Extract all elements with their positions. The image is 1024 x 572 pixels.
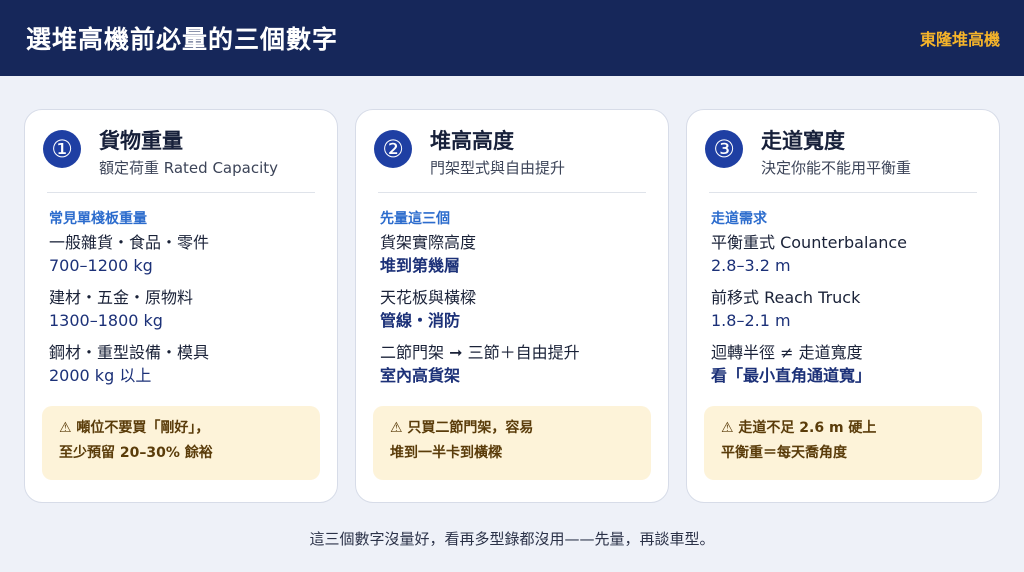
item-value: 管線・消防: [380, 311, 461, 330]
warning-box: ⚠ 噸位不要買「剛好」， 至少預留 20–30% 餘裕: [42, 406, 320, 480]
card-subtitle: 額定荷重 Rated Capacity: [99, 159, 279, 177]
item-label: 平衡重式 Counterbalance: [711, 233, 908, 252]
warning-text: 至少預留 20–30% 餘裕: [59, 445, 213, 461]
header-bar: 選堆高機前必量的三個數字 東隆堆高機: [0, 0, 1024, 76]
list-item: 天花板與橫樑 管線・消防: [380, 287, 650, 333]
warning-text: ⚠ 噸位不要買「剛好」，: [59, 420, 210, 436]
number-three-badge: ③: [705, 130, 743, 168]
section-label: 走道需求: [711, 211, 767, 227]
warning-text: 堆到一半卡到橫樑: [390, 445, 502, 461]
divider: [47, 192, 315, 193]
card-stacking-height: ② 堆高高度 門架型式與自由提升 先量這三個 貨架實際高度 堆到第幾層 天花板與…: [355, 109, 669, 503]
section-label: 先量這三個: [380, 211, 450, 227]
card-title: 走道寬度: [761, 129, 845, 153]
warning-text: ⚠ 只買二節門架，容易: [390, 420, 534, 436]
list-item: 一般雜貨・食品・零件 700–1200 kg: [49, 232, 319, 278]
brand-name: 東隆堆高機: [919, 30, 1000, 49]
item-value: 2000 kg 以上: [49, 366, 152, 385]
item-value: 700–1200 kg: [49, 256, 153, 275]
card-subtitle: 門架型式與自由提升: [430, 159, 566, 177]
item-label: 鋼材・重型設備・模具: [49, 343, 210, 362]
divider: [709, 192, 977, 193]
warning-text: 平衡重＝每天喬角度: [721, 445, 847, 461]
number-one-badge: ①: [43, 130, 81, 168]
warning-box: ⚠ 走道不足 2.6 m 硬上 平衡重＝每天喬角度: [704, 406, 982, 480]
item-label: 前移式 Reach Truck: [711, 288, 861, 307]
item-label: 二節門架 ➞ 三節＋自由提升: [380, 343, 580, 362]
item-value: 看「最小直角通道寬」: [711, 366, 872, 385]
card-subtitle: 決定你能不能用平衡重: [761, 159, 912, 177]
list-item: 前移式 Reach Truck 1.8–2.1 m: [711, 287, 981, 333]
list-item: 迴轉半徑 ≠ 走道寬度 看「最小直角通道寬」: [711, 342, 981, 388]
list-item: 二節門架 ➞ 三節＋自由提升 室內高貨架: [380, 342, 650, 388]
section-label: 常見單棧板重量: [49, 211, 147, 227]
list-item: 貨架實際高度 堆到第幾層: [380, 232, 650, 278]
card-title: 貨物重量: [99, 129, 183, 153]
divider: [378, 192, 646, 193]
list-item: 鋼材・重型設備・模具 2000 kg 以上: [49, 342, 319, 388]
card-title: 堆高高度: [430, 129, 514, 153]
item-value: 堆到第幾層: [380, 256, 461, 275]
item-value: 1300–1800 kg: [49, 311, 163, 330]
item-value: 1.8–2.1 m: [711, 311, 791, 330]
page-title: 選堆高機前必量的三個數字: [26, 25, 339, 54]
item-value: 室內高貨架: [380, 366, 461, 385]
warning-box: ⚠ 只買二節門架，容易 堆到一半卡到橫樑: [373, 406, 651, 480]
item-label: 迴轉半徑 ≠ 走道寬度: [711, 343, 863, 362]
warning-text: ⚠ 走道不足 2.6 m 硬上: [721, 420, 877, 436]
item-value: 2.8–3.2 m: [711, 256, 791, 275]
card-cargo-weight: ① 貨物重量 額定荷重 Rated Capacity 常見單棧板重量 一般雜貨・…: [24, 109, 338, 503]
item-label: 貨架實際高度: [380, 233, 477, 252]
list-item: 建材・五金・原物料 1300–1800 kg: [49, 287, 319, 333]
list-item: 平衡重式 Counterbalance 2.8–3.2 m: [711, 232, 981, 278]
item-label: 天花板與橫樑: [380, 288, 477, 307]
item-label: 一般雜貨・食品・零件: [49, 233, 210, 252]
item-label: 建材・五金・原物料: [49, 288, 194, 307]
footer-note: 這三個數字沒量好，看再多型錄都沒用——先量，再談車型。: [309, 530, 715, 548]
card-aisle-width: ③ 走道寬度 決定你能不能用平衡重 走道需求 平衡重式 Counterbalan…: [686, 109, 1000, 503]
number-two-badge: ②: [374, 130, 412, 168]
